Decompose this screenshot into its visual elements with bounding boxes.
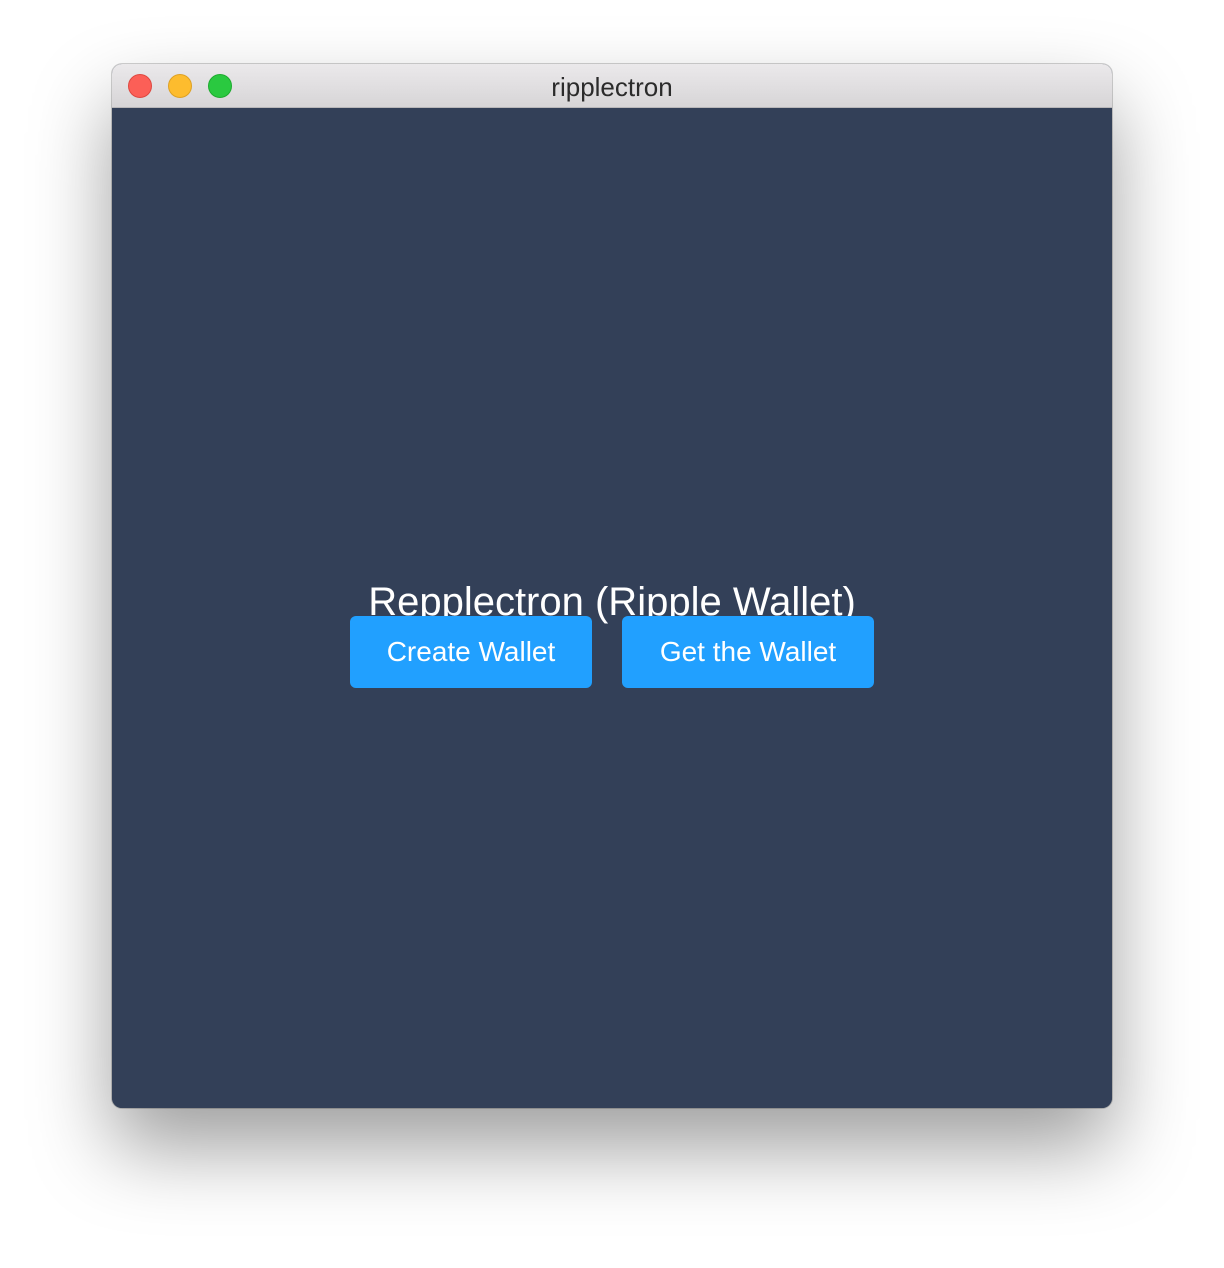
app-heading: Repplectron (Ripple Wallet) [368,580,856,624]
window-title: ripplectron [551,72,673,102]
create-wallet-button[interactable]: Create Wallet [350,616,592,688]
desktop: ripplectron Repplectron (Ripple Wallet) … [0,0,1224,1268]
app-window: ripplectron Repplectron (Ripple Wallet) … [112,64,1112,1108]
main-content: Repplectron (Ripple Wallet) Create Walle… [112,108,1112,1108]
get-wallet-button[interactable]: Get the Wallet [622,616,874,688]
title-bar[interactable]: ripplectron [112,64,1112,108]
